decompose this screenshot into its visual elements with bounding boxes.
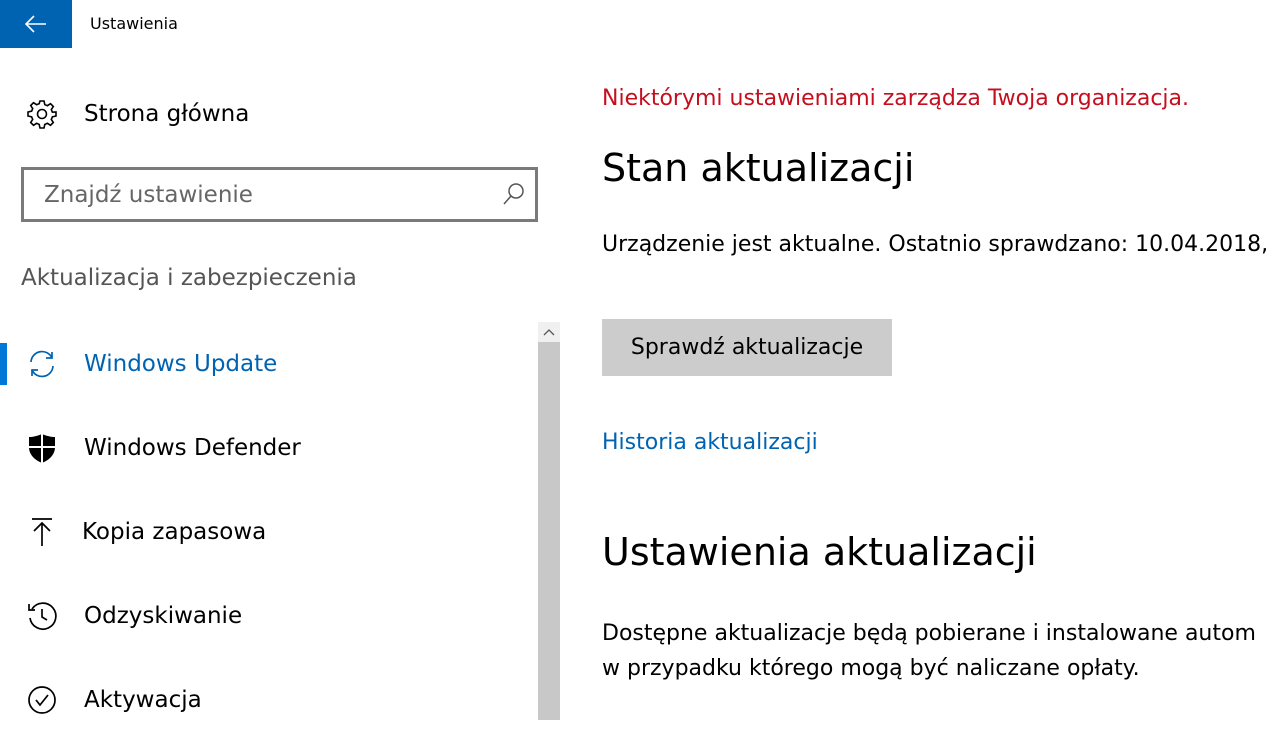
description-line: w przypadku którego mogą być naliczane o… bbox=[602, 656, 1140, 681]
gear-icon bbox=[22, 94, 62, 134]
chevron-up-icon bbox=[543, 329, 555, 336]
sidebar-home-label: Strona główna bbox=[84, 101, 250, 127]
sidebar-item-label: Kopia zapasowa bbox=[82, 519, 267, 545]
back-button[interactable] bbox=[0, 0, 72, 48]
sidebar-scrollbar[interactable] bbox=[538, 322, 560, 720]
section-label: Aktualizacja i zabezpieczenia bbox=[21, 265, 357, 291]
scroll-up-button[interactable] bbox=[538, 322, 560, 342]
search-input[interactable] bbox=[24, 170, 484, 219]
sidebar-home[interactable]: Strona główna bbox=[22, 92, 542, 136]
status-heading: Stan aktualizacji bbox=[602, 146, 915, 190]
org-managed-notice: Niektórymi ustawieniami zarządza Twoja o… bbox=[602, 86, 1190, 111]
check-circle-icon bbox=[22, 680, 62, 720]
shield-icon bbox=[22, 428, 62, 468]
sidebar-item-activation[interactable]: Aktywacja bbox=[0, 658, 538, 742]
sidebar-item-label: Aktywacja bbox=[84, 687, 202, 713]
update-history-link[interactable]: Historia aktualizacji bbox=[602, 430, 818, 455]
status-text: Urządzenie jest aktualne. Ostatnio spraw… bbox=[602, 232, 1269, 257]
description-line: Dostępne aktualizacje będą pobierane i i… bbox=[602, 621, 1256, 646]
window-title: Ustawienia bbox=[90, 14, 178, 33]
sidebar-item-label: Windows Defender bbox=[84, 435, 301, 461]
check-updates-button[interactable]: Sprawdź aktualizacje bbox=[602, 319, 892, 376]
update-settings-description: Dostępne aktualizacje będą pobierane i i… bbox=[602, 616, 1256, 686]
update-settings-heading: Ustawienia aktualizacji bbox=[602, 530, 1037, 574]
sidebar-item-windows-update[interactable]: Windows Update bbox=[0, 322, 538, 406]
sidebar-item-recovery[interactable]: Odzyskiwanie bbox=[0, 574, 538, 658]
sidebar-item-label: Windows Update bbox=[84, 351, 278, 377]
active-indicator bbox=[0, 343, 7, 385]
upload-arrow-icon bbox=[22, 512, 62, 552]
back-arrow-icon bbox=[25, 15, 46, 33]
search-box[interactable] bbox=[21, 167, 538, 222]
sidebar-item-backup[interactable]: Kopia zapasowa bbox=[0, 490, 538, 574]
sidebar-item-label: Odzyskiwanie bbox=[84, 603, 243, 629]
sidebar-item-windows-defender[interactable]: Windows Defender bbox=[0, 406, 538, 490]
search-icon[interactable] bbox=[501, 181, 527, 207]
history-icon bbox=[22, 596, 62, 636]
main-content: Niektórymi ustawieniami zarządza Twoja o… bbox=[602, 0, 1280, 720]
sync-icon bbox=[22, 344, 62, 384]
